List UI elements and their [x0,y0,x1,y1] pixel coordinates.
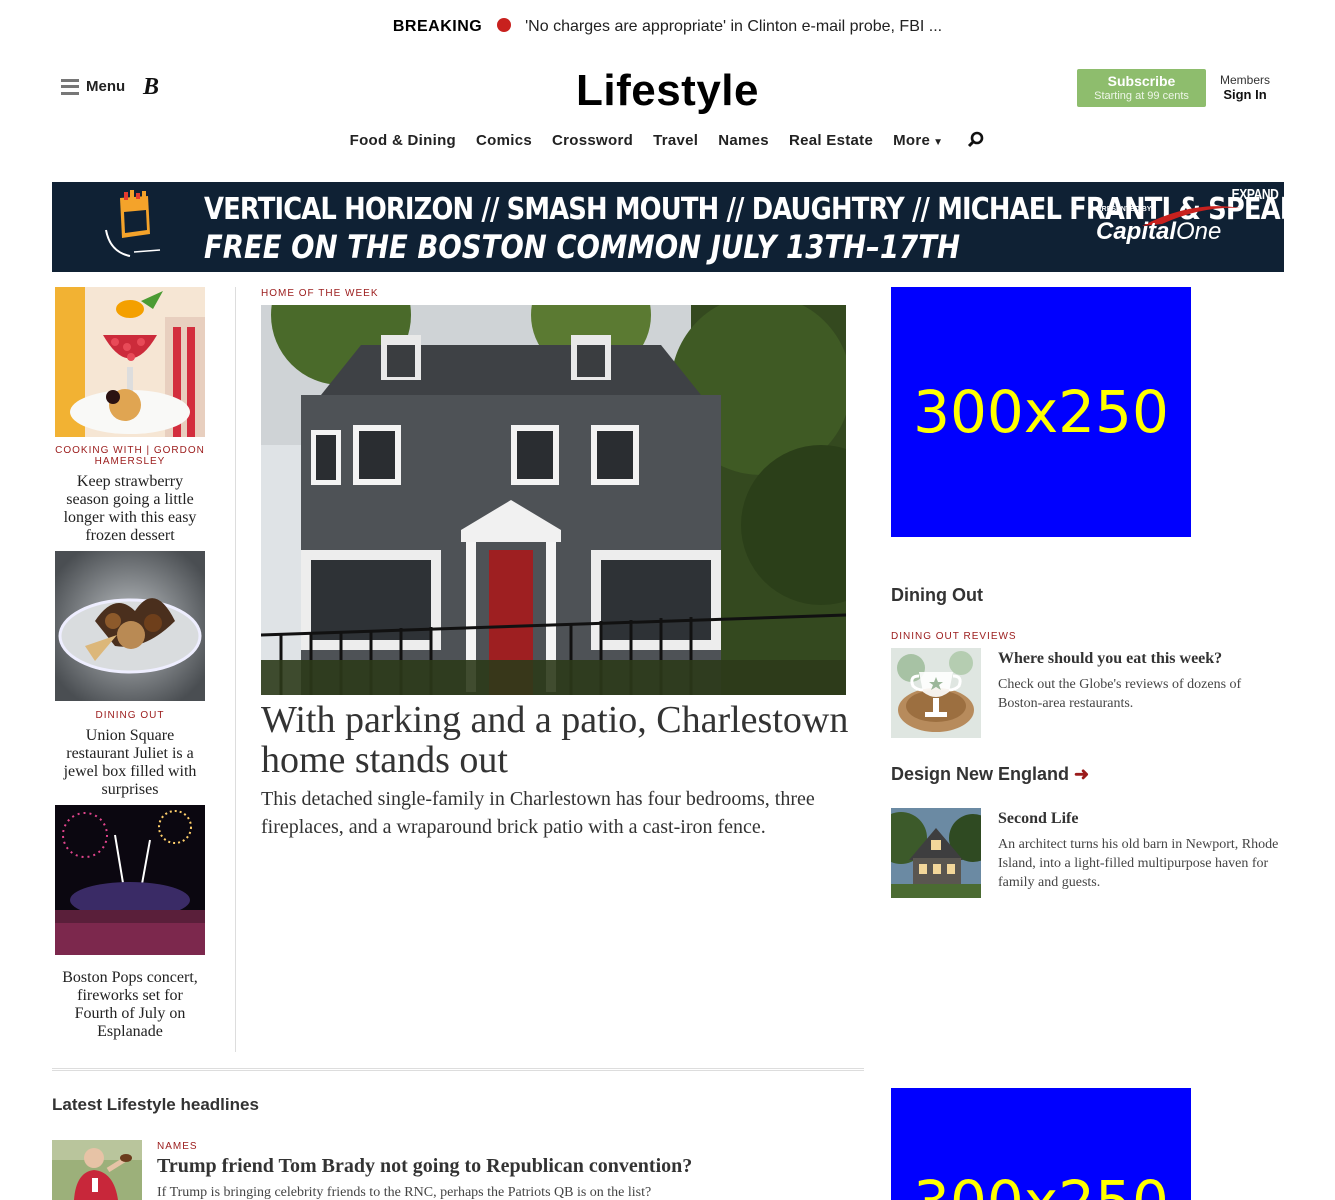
latest-headline[interactable]: Trump friend Tom Brady not going to Repu… [157,1155,692,1178]
nav-item-more[interactable]: More ▼ [893,132,943,149]
latest-dek: If Trump is bringing celebrity friends t… [157,1185,652,1200]
design-item-dek: An architect turns his old barn in Newpo… [998,837,1279,890]
breaking-dot-icon [496,18,511,32]
design-thumb[interactable] [891,808,981,898]
story-headline[interactable]: Boston Pops concert, fireworks set for F… [55,969,205,1041]
nav-item-crossword[interactable]: Crossword [552,132,633,149]
banner-sponsor-logo: CapitalOne [1096,218,1221,246]
nav-item-comics[interactable]: Comics [476,132,532,149]
column-divider [235,287,236,1052]
design-heading-label: Design New England [891,764,1070,784]
subscribe-button[interactable]: Subscribe Starting at 99 cents [1077,69,1206,107]
nav-item-travel[interactable]: Travel [653,132,698,149]
signin-link[interactable]: Sign In [1216,87,1274,102]
latest-headlines-heading: Latest Lifestyle headlines [52,1095,259,1114]
section-divider [52,1068,864,1071]
caret-down-icon: ▼ [933,136,944,148]
breaking-label: BREAKING [392,18,483,35]
arrow-right-icon: ➜ [1074,764,1090,784]
sponsor-name-one: One [1176,218,1222,245]
feature-headline[interactable]: With parking and a patio, Charlestown ho… [261,700,851,780]
search-icon[interactable] [967,131,985,149]
story-kicker[interactable]: COOKING WITH | GORDON HAMERSLEY [55,445,205,467]
breaking-headline[interactable]: 'No charges are appropriate' in Clinton … [525,18,942,35]
design-item-title[interactable]: Second Life [998,810,1078,828]
dining-kicker[interactable]: DINING OUT REVIEWS [891,631,1017,642]
members-label: Members [1219,73,1270,87]
section-nav: Food & Dining Comics Crossword Travel Na… [0,131,1335,149]
left-story-column: COOKING WITH | GORDON HAMERSLEY Keep str… [55,287,205,1041]
dining-thumb[interactable] [891,648,981,738]
subscribe-sublabel: Starting at 99 cents [1094,90,1189,102]
breaking-bar[interactable]: BREAKING 'No charges are appropriate' in… [0,18,1335,36]
latest-thumb[interactable] [52,1140,142,1200]
story-headline[interactable]: Union Square restaurant Juliet is a jewe… [55,727,205,799]
latest-kicker[interactable]: NAMES [157,1141,198,1152]
banner-dates: FREE ON THE BOSTON COMMON JULY 13TH–17TH [204,228,961,266]
banner-expand-button[interactable]: EXPAND [1231,186,1278,203]
the-box-logo-icon [105,190,161,257]
display-ad[interactable]: 300x250 [891,287,1191,537]
members-signin[interactable]: Members Sign In [1216,73,1274,102]
banner-ad[interactable]: VERTICAL HORIZON // SMASH MOUTH // DAUGH… [52,182,1284,272]
story-kicker[interactable]: DINING OUT [55,710,205,721]
dining-item-dek: Check out the Globe's reviews of dozens … [998,677,1242,711]
feature-kicker[interactable]: HOME OF THE WEEK [261,288,379,299]
nav-item-food-dining[interactable]: Food & Dining [350,132,456,149]
nav-more-label: More [893,131,931,149]
sponsor-name: Capital [1096,218,1177,245]
story-thumb-juliet[interactable] [55,551,205,701]
nav-item-real-estate[interactable]: Real Estate [789,132,873,149]
subscribe-label: Subscribe [1107,73,1176,89]
nav-item-names[interactable]: Names [718,132,769,149]
ad-size-label: 300x250 [913,378,1169,446]
story-headline[interactable]: Keep strawberry season going a little lo… [55,473,205,545]
display-ad-2[interactable]: 300x250 [891,1088,1191,1200]
dining-item-title[interactable]: Where should you eat this week? [998,650,1222,668]
story-thumb-strawberry[interactable] [55,287,205,437]
story-thumb-fireworks[interactable] [55,805,205,955]
design-new-england-heading[interactable]: Design New England ➜ [891,764,1089,785]
dining-out-heading[interactable]: Dining Out [891,585,983,606]
feature-dek: This detached single-family in Charlesto… [261,788,815,838]
feature-image[interactable] [261,305,846,695]
ad-size-label: 300x250 [913,1168,1169,1200]
